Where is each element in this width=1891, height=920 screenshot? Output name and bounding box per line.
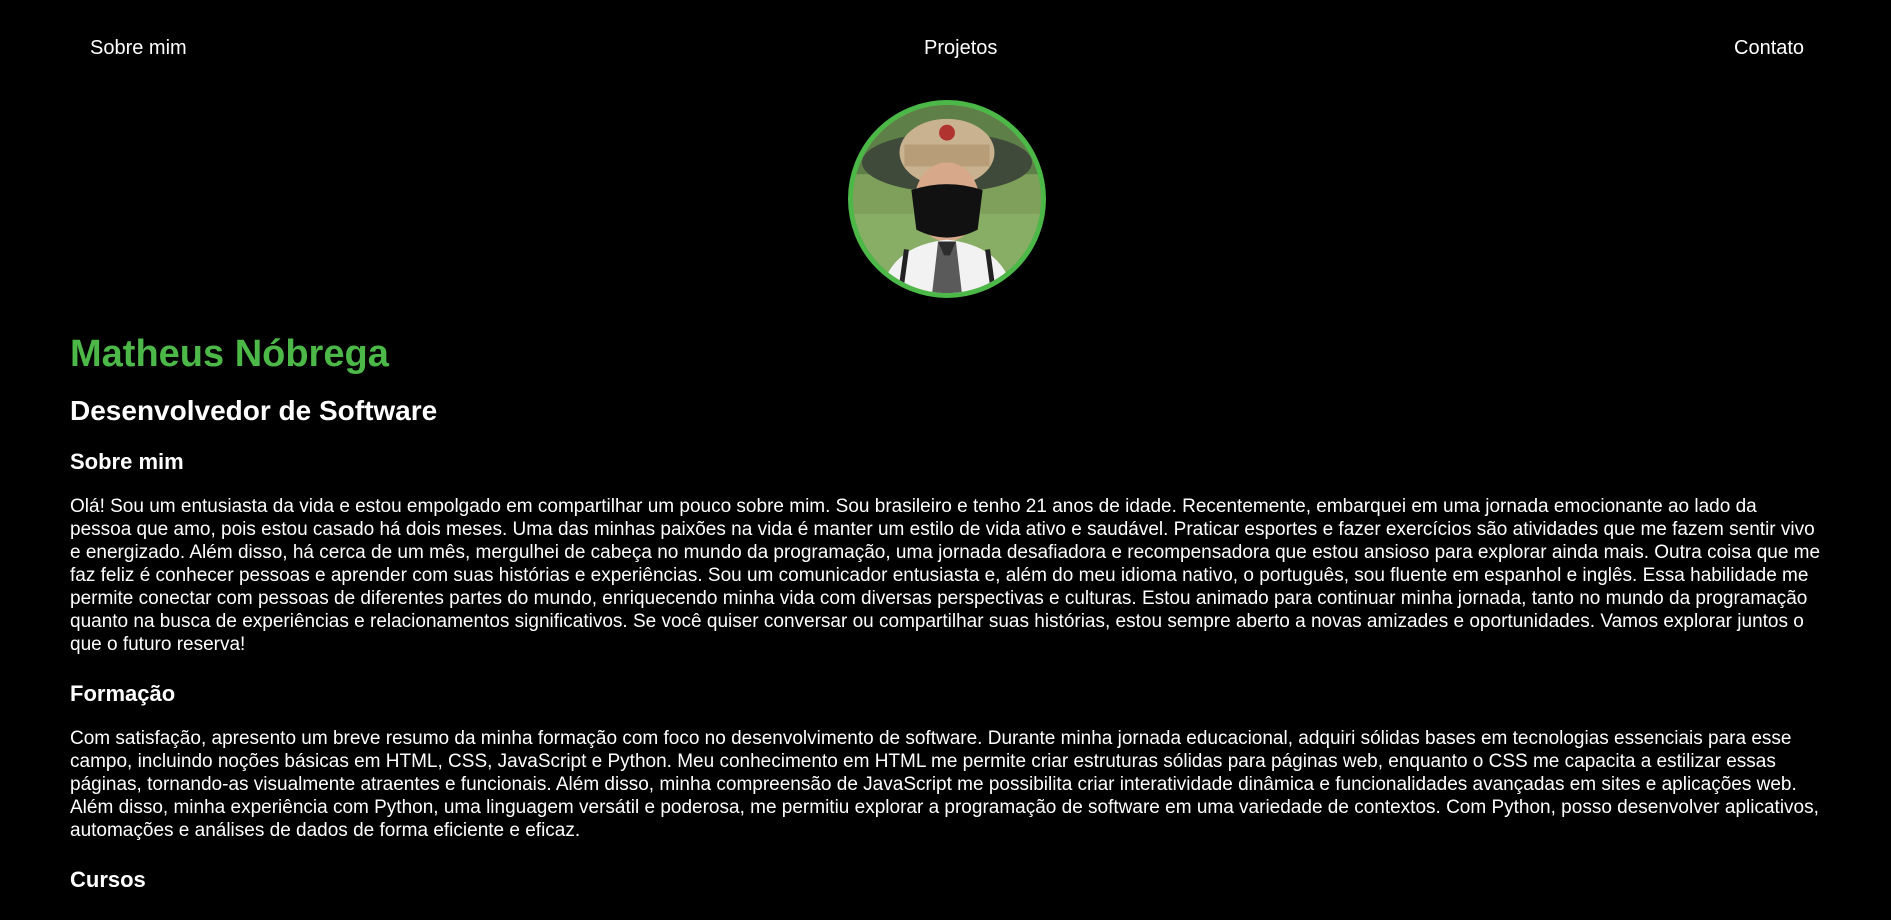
main-content: Matheus Nóbrega Desenvolvedor de Softwar… (70, 330, 1822, 913)
top-navbar: Sobre mim Projetos Contato (0, 36, 1891, 62)
nav-link-contact[interactable]: Contato (1734, 36, 1804, 60)
nav-link-about[interactable]: Sobre mim (90, 36, 187, 60)
about-text: Olá! Sou um entusiasta da vida e estou e… (70, 496, 1821, 655)
profile-avatar (848, 100, 1046, 298)
courses-title: Cursos (70, 867, 146, 892)
profile-role: Desenvolvedor de Software (70, 395, 438, 426)
profile-name: Matheus Nóbrega (70, 333, 389, 375)
about-title: Sobre mim (70, 449, 184, 474)
education-text: Com satisfação, apresento um breve resum… (70, 728, 1819, 841)
profile-photo-illustration (853, 105, 1041, 293)
education-title: Formação (70, 681, 176, 706)
portfolio-page: Sobre mim Projetos Contato Matheus Nóbre… (0, 0, 1891, 920)
courses-section: Cursos (70, 866, 1822, 894)
education-section: Formação Com satisfação, apresento um br… (70, 680, 1822, 842)
nav-link-projects[interactable]: Projetos (924, 36, 997, 60)
about-section: Sobre mim Olá! Sou um entusiasta da vida… (70, 448, 1822, 656)
